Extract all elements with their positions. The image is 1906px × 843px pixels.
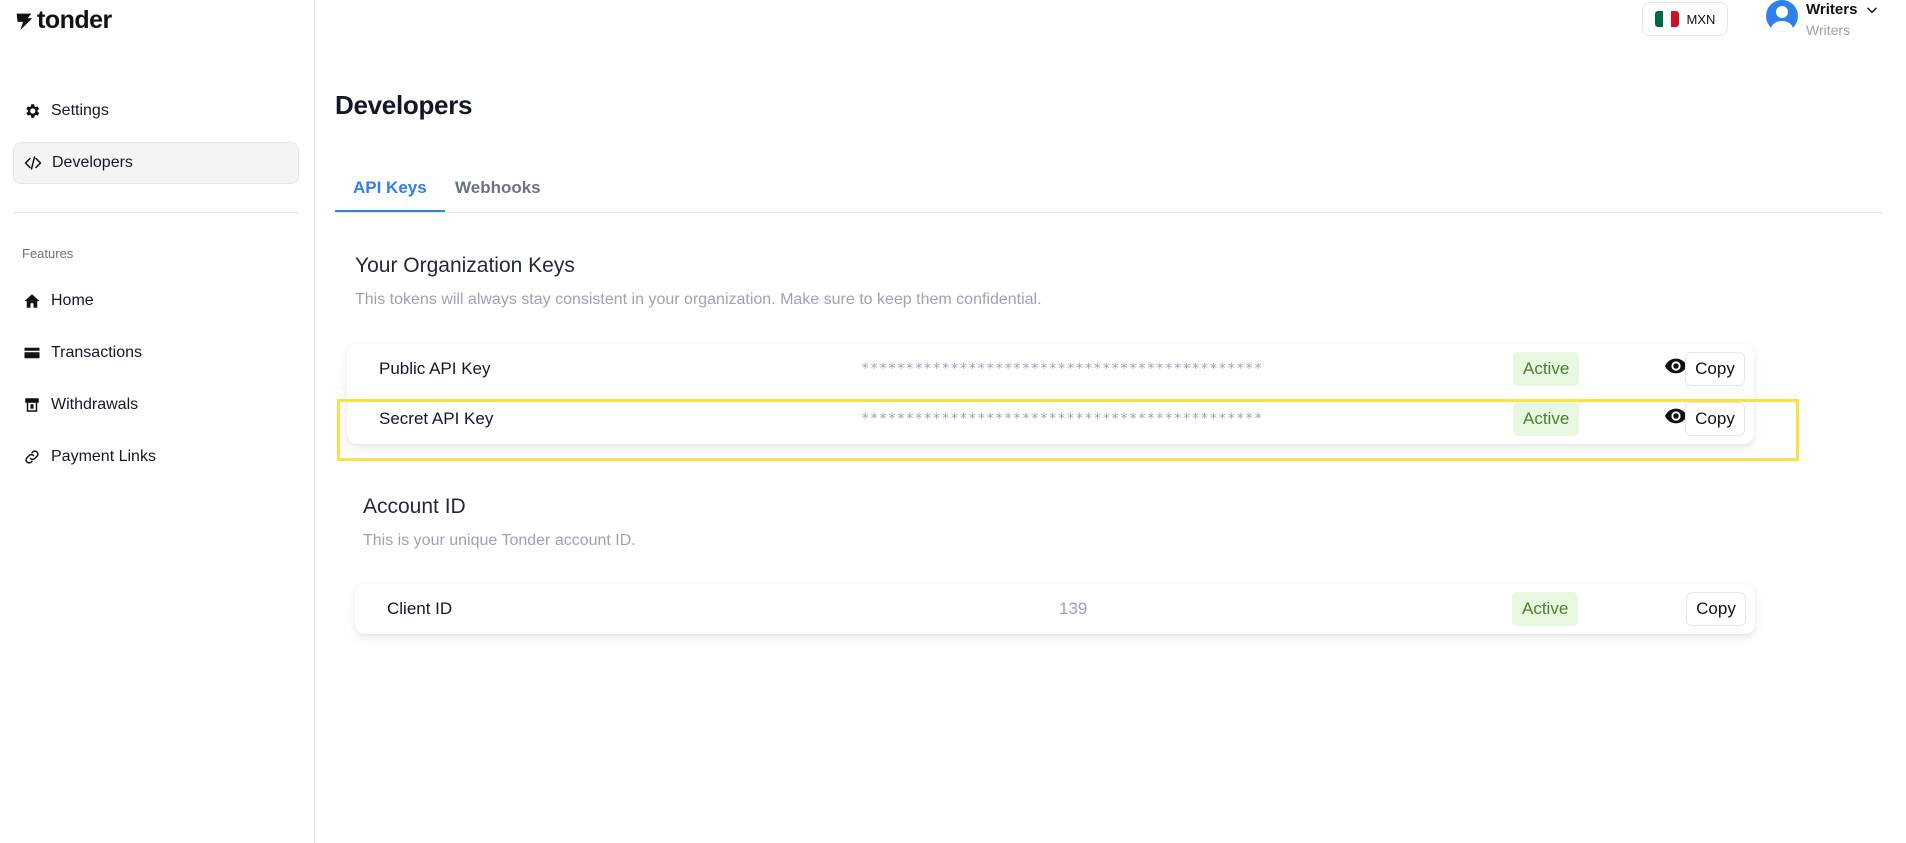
sidebar-item-settings[interactable]: Settings	[13, 90, 299, 132]
copy-button[interactable]: Copy	[1686, 592, 1746, 626]
user-subtitle: Writers	[1806, 22, 1851, 38]
home-icon	[24, 294, 40, 308]
client-id-label: Client ID	[387, 599, 453, 618]
table-row: Secret API Key *************************…	[347, 394, 1754, 444]
sidebar-item-label: Developers	[52, 154, 133, 171]
key-name: Public API Key	[379, 359, 491, 378]
sidebar-item-home[interactable]: Home	[13, 280, 299, 322]
user-name: Writers	[1806, 1, 1858, 18]
gear-icon	[26, 104, 40, 118]
key-name: Secret API Key	[379, 409, 494, 428]
currency-selector[interactable]: MXN	[1642, 2, 1728, 36]
sidebar-divider	[13, 212, 299, 213]
sidebar-section-label: Features	[22, 246, 74, 261]
eye-icon[interactable]	[1665, 408, 1687, 424]
link-icon	[25, 450, 39, 464]
copy-button[interactable]: Copy	[1685, 352, 1745, 386]
code-icon	[24, 156, 42, 170]
chevron-down-icon[interactable]	[1865, 3, 1879, 17]
sidebar-item-label: Transactions	[51, 344, 142, 361]
sidebar-item-payment-links[interactable]: Payment Links	[13, 436, 299, 478]
org-keys-description: This tokens will always stay consistent …	[355, 291, 1042, 308]
currency-code: MXN	[1686, 11, 1716, 27]
account-id-title: Account ID	[363, 495, 466, 518]
org-keys-card: Public API Key *************************…	[347, 344, 1754, 444]
sidebar-item-transactions[interactable]: Transactions	[13, 332, 299, 374]
page-title: Developers	[335, 90, 473, 120]
account-id-card: Client ID 139 Active Copy	[355, 584, 1755, 634]
account-id-description: This is your unique Tonder account ID.	[363, 532, 636, 549]
sidebar-item-withdrawals[interactable]: Withdrawals	[13, 384, 299, 426]
tab-api-keys[interactable]: API Keys	[335, 168, 445, 212]
tab-bar: API Keys Webhooks	[335, 168, 1883, 213]
tonder-logo[interactable]: tonder	[13, 6, 112, 35]
table-row: Client ID 139 Active Copy	[355, 584, 1755, 634]
status-badge: Active	[1513, 402, 1580, 436]
org-keys-title: Your Organization Keys	[355, 254, 575, 277]
withdrawal-icon	[25, 398, 39, 412]
bolt-icon	[16, 13, 33, 30]
sidebar: tonder Settings Developers Features Home…	[0, 0, 315, 843]
avatar	[1766, 0, 1798, 32]
sidebar-item-label: Settings	[51, 102, 109, 119]
sidebar-item-developers[interactable]: Developers	[13, 142, 299, 184]
card-icon	[24, 347, 40, 359]
status-badge: Active	[1512, 592, 1579, 626]
eye-icon[interactable]	[1665, 358, 1687, 374]
copy-button[interactable]: Copy	[1685, 402, 1745, 436]
sidebar-item-label: Payment Links	[51, 448, 156, 465]
sidebar-item-label: Withdrawals	[51, 396, 139, 413]
logo-text: tonder	[37, 6, 112, 34]
masked-key: ****************************************…	[861, 411, 1263, 427]
masked-key: ****************************************…	[861, 361, 1263, 377]
mexico-flag-icon	[1654, 11, 1679, 27]
sidebar-item-label: Home	[51, 292, 94, 309]
table-row: Public API Key *************************…	[347, 344, 1754, 394]
status-badge: Active	[1513, 352, 1580, 386]
user-menu[interactable]: Writers Writers	[1766, 0, 1879, 40]
tab-webhooks[interactable]: Webhooks	[437, 168, 559, 212]
client-id-value: 139	[1059, 599, 1088, 618]
